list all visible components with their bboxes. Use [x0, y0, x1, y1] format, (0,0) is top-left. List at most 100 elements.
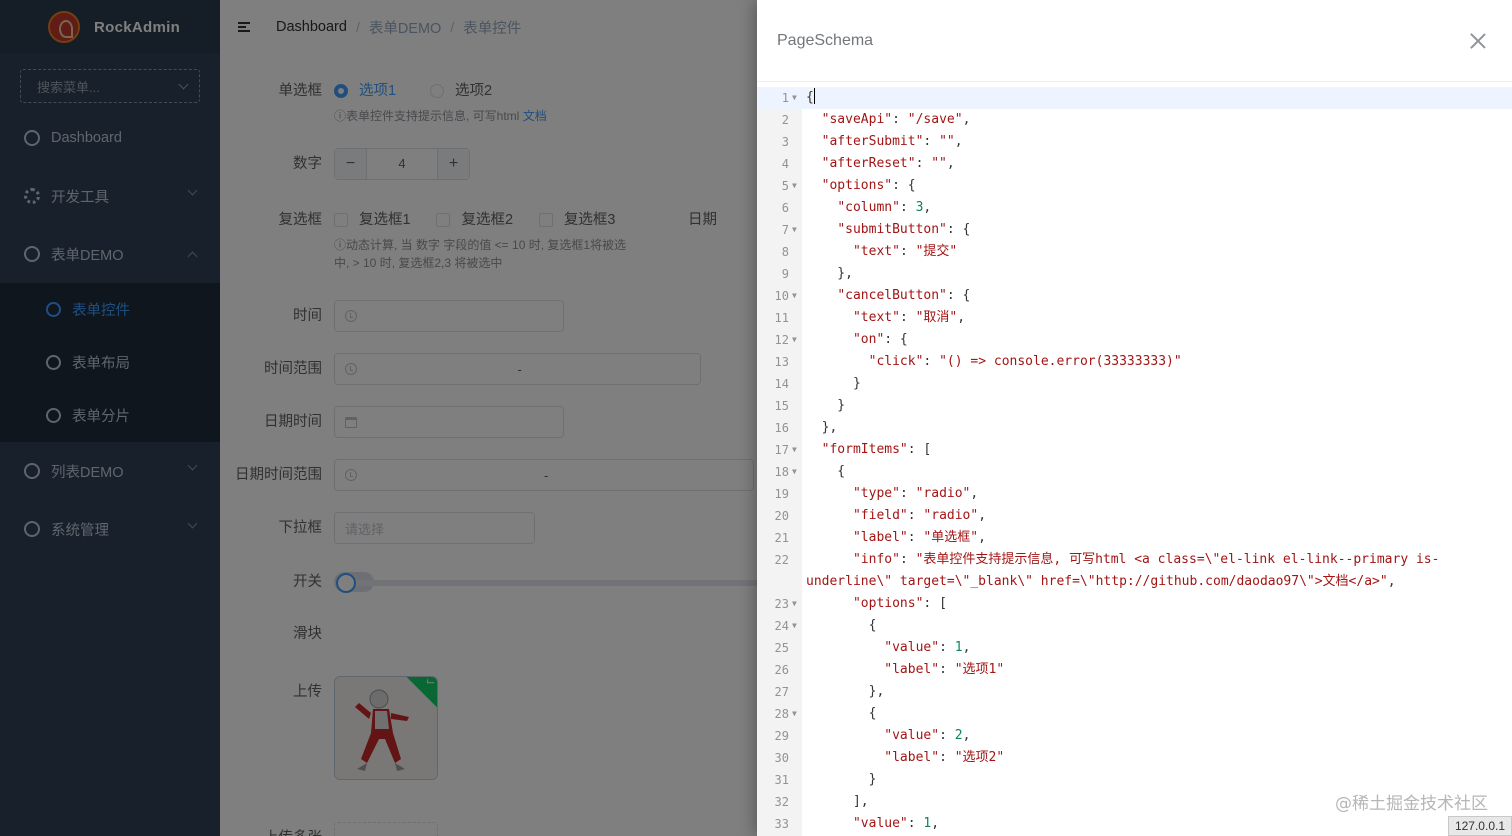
code-line[interactable]: 23 ▼ "options": [	[757, 593, 1512, 615]
code-line[interactable]: 33 "value": 1,	[757, 813, 1512, 835]
code-line[interactable]: 21 "label": "单选框",	[757, 527, 1512, 549]
line-number: 8	[781, 245, 789, 259]
code-line[interactable]: 30 "label": "选项2"	[757, 747, 1512, 769]
code-text: }	[806, 772, 877, 787]
line-number: 24	[774, 619, 789, 633]
line-number: 5	[781, 179, 789, 193]
code-text: "label": "选项1"	[884, 662, 1005, 677]
code-line[interactable]: 5 ▼ "options": {	[757, 175, 1512, 197]
code-line[interactable]: 28 ▼ {	[757, 703, 1512, 725]
fold-toggle-icon[interactable]: ▼	[792, 175, 797, 197]
fold-toggle-icon[interactable]: ▼	[792, 703, 797, 725]
fold-toggle-icon[interactable]: ▼	[792, 87, 797, 109]
drawer-title: PageSchema	[777, 31, 874, 49]
code-text: }	[806, 398, 846, 413]
line-number: 13	[774, 355, 789, 369]
code-line[interactable]: 27 },	[757, 681, 1512, 703]
code-text: "column": 3,	[837, 200, 932, 215]
code-line[interactable]: 18 ▼ {	[757, 461, 1512, 483]
code-line[interactable]: 24 ▼ {	[757, 615, 1512, 637]
code-text: "type": "radio",	[852, 486, 979, 501]
code-line[interactable]: 10 ▼ "cancelButton": {	[757, 285, 1512, 307]
watermark: @稀土掘金技术社区	[1335, 794, 1488, 814]
code-text: "field": "radio",	[852, 508, 987, 523]
line-number: 33	[774, 817, 789, 831]
fold-toggle-icon[interactable]: ▼	[792, 439, 797, 461]
line-number: 7	[781, 223, 789, 237]
code-text: },	[806, 420, 838, 435]
line-number: 31	[774, 773, 789, 787]
json-code-editor[interactable]: 1 ▼{2 "saveApi": "/save", 3 "afterSubmit":…	[757, 87, 1512, 836]
code-text: "value": 2,	[884, 728, 971, 743]
code-text: "options": [	[852, 596, 947, 611]
fold-toggle-icon[interactable]: ▼	[792, 285, 797, 307]
code-line[interactable]: 26 "label": "选项1"	[757, 659, 1512, 681]
line-number: 17	[774, 443, 789, 457]
code-text: "text": "提交"	[852, 244, 958, 259]
code-line[interactable]: 12 ▼ "on": {	[757, 329, 1512, 351]
line-number: 16	[774, 421, 789, 435]
code-text: "value": 1,	[852, 816, 940, 831]
code-line[interactable]: 6 "column": 3,	[757, 197, 1512, 219]
code-text: underline\" target=\"_blank\" href=\"htt…	[806, 574, 1396, 589]
code-line[interactable]: 22 "info": "表单控件支持提示信息, 可写html <a class=…	[757, 549, 1512, 571]
line-number: 11	[774, 311, 789, 325]
code-line[interactable]: 14 }	[757, 373, 1512, 395]
code-text: "afterSubmit": "",	[821, 134, 963, 149]
code-text: },	[806, 684, 885, 699]
line-number: 15	[774, 399, 789, 413]
code-text: "afterReset": "",	[821, 156, 955, 171]
code-text: "label": "单选框",	[852, 530, 986, 545]
line-number: 30	[774, 751, 789, 765]
code-text: },	[806, 266, 853, 281]
line-number: 32	[774, 795, 789, 809]
line-number: 12	[774, 333, 789, 347]
code-line[interactable]: 7 ▼ "submitButton": {	[757, 219, 1512, 241]
code-line[interactable]: 25 "value": 1,	[757, 637, 1512, 659]
line-number: 19	[774, 487, 789, 501]
line-number: 26	[774, 663, 789, 677]
code-line[interactable]: 2 "saveApi": "/save",	[757, 109, 1512, 131]
line-number: 27	[774, 685, 789, 699]
code-line[interactable]: 20 "field": "radio",	[757, 505, 1512, 527]
line-number: 22	[774, 553, 789, 567]
code-line[interactable]: 29 "value": 2,	[757, 725, 1512, 747]
page-schema-drawer: PageSchema 1 ▼{2 "saveApi": "/save", 3 "af…	[757, 0, 1512, 836]
fold-toggle-icon[interactable]: ▼	[792, 615, 797, 637]
code-line[interactable]: underline\" target=\"_blank\" href=\"htt…	[757, 571, 1512, 593]
code-text: "formItems": [	[821, 442, 932, 457]
line-number: 9	[781, 267, 789, 281]
code-text: "text": "取消",	[852, 310, 966, 325]
code-text: {	[806, 464, 846, 479]
code-line[interactable]: 1 ▼ {	[757, 87, 1512, 109]
code-line[interactable]: 16 },	[757, 417, 1512, 439]
line-number: 14	[774, 377, 789, 391]
code-line[interactable]: 9 },	[757, 263, 1512, 285]
code-text: "options": {	[821, 178, 916, 193]
code-text: }	[806, 376, 861, 391]
code-text: {	[806, 706, 877, 721]
code-text: {	[806, 88, 815, 105]
code-line[interactable]: 31 }	[757, 769, 1512, 791]
code-line[interactable]: 8 "text": "提交"	[757, 241, 1512, 263]
code-line[interactable]: 3 "afterSubmit": "",	[757, 131, 1512, 153]
line-number: 20	[774, 509, 789, 523]
line-number: 1	[781, 91, 789, 105]
code-text: ],	[806, 794, 869, 809]
line-number: 4	[781, 157, 789, 171]
fold-toggle-icon[interactable]: ▼	[792, 461, 797, 483]
code-line[interactable]: 19 "type": "radio",	[757, 483, 1512, 505]
code-line[interactable]: 4 "afterReset": "",	[757, 153, 1512, 175]
fold-toggle-icon[interactable]: ▼	[792, 329, 797, 351]
code-line[interactable]: 11 "text": "取消",	[757, 307, 1512, 329]
code-line[interactable]: 17 ▼ "formItems": [	[757, 439, 1512, 461]
code-line[interactable]: 15 }	[757, 395, 1512, 417]
line-number: 3	[781, 135, 789, 149]
fold-toggle-icon[interactable]: ▼	[792, 593, 797, 615]
code-text: {	[806, 618, 877, 633]
code-line[interactable]: 13 "click": "() => console.error(3333333…	[757, 351, 1512, 373]
close-icon[interactable]	[1470, 33, 1486, 49]
code-text: "info": "表单控件支持提示信息, 可写html <a class=\"e…	[852, 552, 1440, 567]
fold-toggle-icon[interactable]: ▼	[792, 219, 797, 241]
line-number: 21	[774, 531, 789, 545]
